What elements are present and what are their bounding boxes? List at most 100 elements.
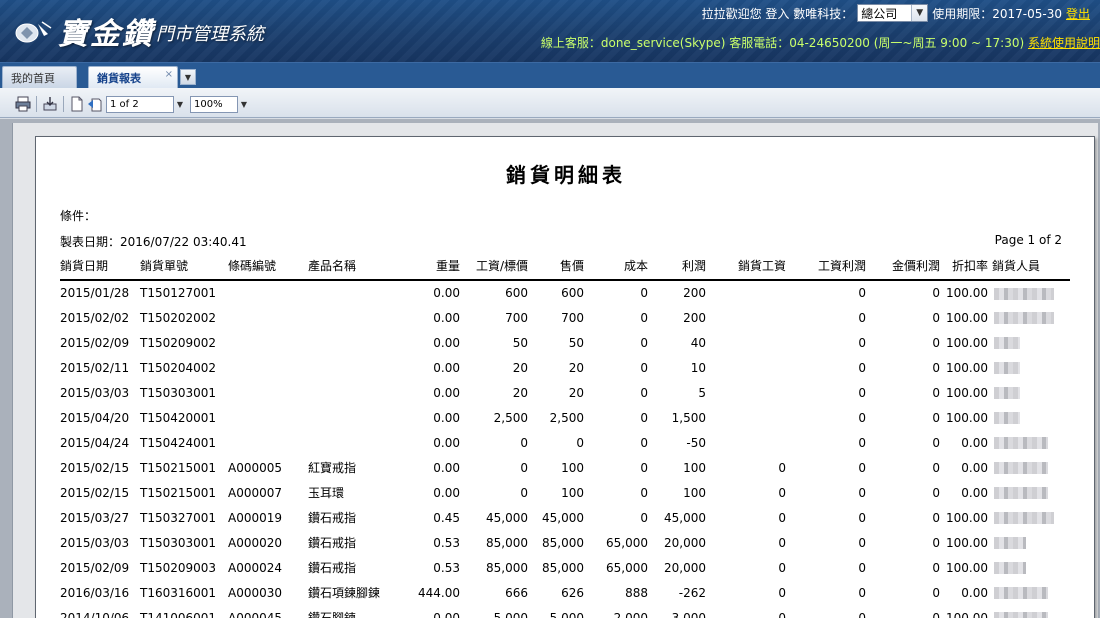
redacted-name xyxy=(994,537,1026,549)
print-icon[interactable] xyxy=(14,95,32,113)
cell-cost: 65,000 xyxy=(606,535,648,550)
cell-price: 5,000 xyxy=(549,610,584,618)
cell-no: T150215001 xyxy=(140,485,217,500)
cell-date: 2016/03/16 xyxy=(60,585,130,600)
close-icon[interactable]: × xyxy=(165,69,173,80)
cell-weight: 0.00 xyxy=(433,610,460,618)
cell-barcode xyxy=(228,330,308,355)
cell-date: 2015/02/15 xyxy=(60,485,130,500)
cell-discount: 100.00 xyxy=(946,286,988,300)
cell-profit: 100 xyxy=(683,485,706,500)
cell-wage-profit: 0 xyxy=(858,610,866,618)
cell-cost: 0 xyxy=(640,460,648,475)
table-row: 2015/04/24 T150424001 0.00 0 0 0 -50 0 0 0.00 xyxy=(60,430,1070,455)
col-header: 銷貨單號 xyxy=(140,251,228,281)
prev-page-icon[interactable] xyxy=(86,95,104,113)
cell-wage: 666 xyxy=(505,585,528,600)
zoom-select[interactable]: 100% xyxy=(190,95,238,113)
cell-no: T150327001 xyxy=(140,510,217,525)
col-header: 銷貨日期 xyxy=(60,251,140,281)
cell-gold-profit: 0 xyxy=(932,460,940,475)
cell-wage-profit: 0 xyxy=(858,385,866,400)
cell-no: T150424001 xyxy=(140,435,217,450)
tab-home[interactable]: 我的首頁 xyxy=(2,66,77,89)
cell-profit: 45,000 xyxy=(664,510,706,525)
cell-profit: 3,000 xyxy=(671,610,706,618)
cell-gold-profit: 0 xyxy=(932,360,940,375)
cell-wage: 0 xyxy=(520,435,528,450)
cell-sale-wage: 0 xyxy=(778,585,786,600)
table-row: 2015/02/15 T150215001 A000005 紅寶戒指 0.00 0 100 0… xyxy=(60,455,1070,480)
cell-gold-profit: 0 xyxy=(932,335,940,350)
company-select[interactable]: 總公司 ▼ xyxy=(857,4,929,22)
cell-gold-profit: 0 xyxy=(932,610,940,618)
cell-weight: 0.00 xyxy=(433,360,460,375)
cell-price: 0 xyxy=(576,435,584,450)
cell-product xyxy=(308,305,408,330)
cell-cost: 65,000 xyxy=(606,560,648,575)
col-header: 銷貨工資 xyxy=(706,251,786,281)
expiry-text: 使用期限：2017-05-30 xyxy=(932,6,1062,21)
table-header-row: 銷貨日期 銷貨單號 條碼編號 產品名稱 重量 工資/標價 售價 成本 利潤 銷貨… xyxy=(60,251,1070,281)
cell-barcode xyxy=(228,380,308,405)
zoom-chevron-down-icon[interactable]: ▼ xyxy=(238,96,250,113)
cell-price: 100 xyxy=(561,460,584,475)
cell-weight: 0.00 xyxy=(433,410,460,425)
cell-discount: 100.00 xyxy=(946,610,988,618)
cell-gold-profit: 0 xyxy=(932,535,940,550)
manual-link[interactable]: 系統使用說明 xyxy=(1028,36,1100,50)
user-bar: 拉拉歡迎您 登入 數唯科技： 總公司 ▼ 使用期限：2017-05-30 登出 xyxy=(702,4,1090,22)
report-title: 銷貨明細表 xyxy=(506,163,626,187)
cell-weight: 0.53 xyxy=(433,535,460,550)
cell-profit: 20,000 xyxy=(664,560,706,575)
cell-price: 20 xyxy=(568,360,584,375)
cell-sale-wage xyxy=(706,430,786,455)
table-row: 2016/03/16 T160316001 A000030 鑽石項鍊腳鍊 444.00 6… xyxy=(60,580,1070,605)
cell-no: T141006001 xyxy=(140,610,217,618)
cell-salesperson xyxy=(988,280,1070,305)
col-header: 工資/標價 xyxy=(460,251,528,281)
cell-weight: 0.00 xyxy=(433,435,460,450)
tab-bar: 我的首頁 銷貨報表 × ▼ xyxy=(0,62,1100,89)
tab-menu-chevron-down-icon[interactable]: ▼ xyxy=(180,69,196,85)
first-page-icon[interactable] xyxy=(68,95,86,113)
cell-cost: 0 xyxy=(640,510,648,525)
cell-salesperson xyxy=(988,530,1070,555)
report-page: 銷貨明細表 條件： 製表日期：2016/07/22 03:40.41 Page … xyxy=(35,136,1095,618)
cell-date: 2015/03/27 xyxy=(60,510,130,525)
cell-salesperson xyxy=(988,330,1070,355)
cell-profit: 100 xyxy=(683,460,706,475)
redacted-name xyxy=(994,487,1048,499)
cell-cost: 888 xyxy=(625,585,648,600)
cell-wage: 85,000 xyxy=(486,560,528,575)
col-header: 重量 xyxy=(408,251,460,281)
logo-subtitle: 門市管理系統 xyxy=(156,24,264,45)
cell-discount: 0.00 xyxy=(961,460,988,475)
cell-price: 85,000 xyxy=(542,560,584,575)
cell-weight: 0.00 xyxy=(433,385,460,400)
tab-sales-report[interactable]: 銷貨報表 × xyxy=(88,66,178,89)
logout-link[interactable]: 登出 xyxy=(1066,5,1090,22)
cell-date: 2015/02/15 xyxy=(60,460,130,475)
cell-date: 2015/04/20 xyxy=(60,410,130,425)
table-row: 2015/02/09 T150209003 A000024 鑽石戒指 0.53 85,00… xyxy=(60,555,1070,580)
redacted-name xyxy=(994,587,1048,599)
cell-wage-profit: 0 xyxy=(858,485,866,500)
cell-profit: 200 xyxy=(683,286,706,300)
page-chevron-down-icon[interactable]: ▼ xyxy=(174,96,186,113)
report-viewer[interactable]: 銷貨明細表 條件： 製表日期：2016/07/22 03:40.41 Page … xyxy=(0,119,1100,618)
cell-weight: 0.53 xyxy=(433,560,460,575)
cell-salesperson xyxy=(988,355,1070,380)
chevron-down-icon[interactable]: ▼ xyxy=(911,5,928,21)
cell-gold-profit: 0 xyxy=(932,410,940,425)
cell-weight: 0.00 xyxy=(433,460,460,475)
redacted-name xyxy=(994,362,1020,374)
cell-gold-profit: 0 xyxy=(932,385,940,400)
cell-salesperson xyxy=(988,555,1070,580)
cell-date: 2014/10/06 xyxy=(60,610,130,618)
export-icon[interactable] xyxy=(41,95,59,113)
cell-profit: 10 xyxy=(690,360,706,375)
page-select[interactable]: 1 of 2 xyxy=(106,95,174,113)
redacted-name xyxy=(994,612,1048,618)
cell-sale-wage: 0 xyxy=(778,535,786,550)
